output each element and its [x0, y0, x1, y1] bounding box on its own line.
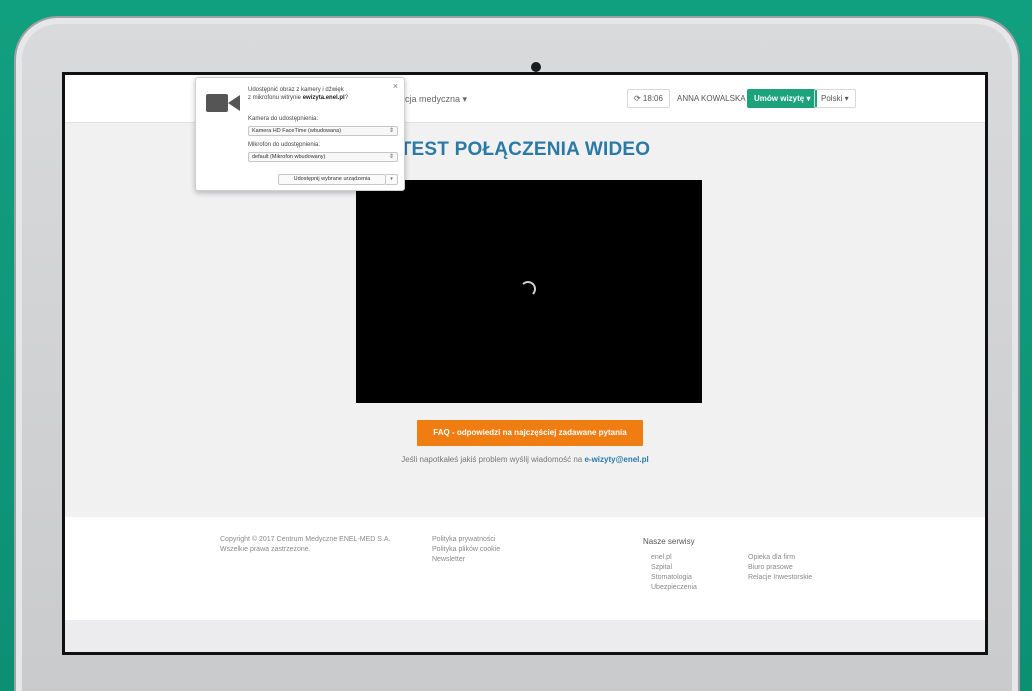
services-column: Opieka dla firm Biuro prasowe Relacje In…: [748, 553, 812, 583]
page-bottom: [65, 620, 985, 652]
footer-copyright: Copyright © 2017 Centrum Medyczne ENEL-M…: [220, 535, 420, 555]
service-link[interactable]: enel.pl: [651, 553, 697, 563]
camera-select[interactable]: Kamera HD FaceTime (wbudowana) ⇕: [248, 126, 398, 136]
nav-menu-item[interactable]: cja medyczna ▾: [405, 94, 467, 105]
faq-button[interactable]: FAQ - odpowiedzi na najczęściej zadawane…: [417, 420, 643, 446]
footer-links: Polityka prywatności Polityka plików coo…: [432, 535, 500, 565]
permission-site: ewizyta.enel.pl: [302, 95, 345, 101]
service-link[interactable]: Opieka dla firm: [748, 553, 812, 563]
permission-message-line: Udostępnić obraz z kamery i dźwięk: [248, 87, 344, 93]
video-preview: [356, 180, 702, 403]
copyright-line: Wszelkie prawa zastrzeżone.: [220, 546, 311, 553]
services-title: Nasze serwisy: [643, 537, 695, 546]
service-link[interactable]: Szpital: [651, 563, 697, 573]
mic-select-label: Mikrofon do udostępnienia:: [248, 142, 321, 148]
laptop-camera: [531, 62, 541, 72]
help-email-link[interactable]: e-wizyty@enel.pl: [584, 455, 648, 464]
loading-spinner-icon: [520, 281, 536, 297]
select-arrows-icon: ⇕: [388, 154, 394, 160]
mic-select[interactable]: default (Mikrofon wbudowany) ⇕: [248, 152, 398, 162]
footer-link-cookies[interactable]: Polityka plików cookie: [432, 545, 500, 555]
service-link[interactable]: Ubezpieczenia: [651, 583, 697, 593]
footer-link-newsletter[interactable]: Newsletter: [432, 555, 500, 565]
media-permission-popup: × Udostępnić obraz z kamery i dźwięk z m…: [195, 77, 405, 191]
permission-message-prefix: z mikrofonu witrynie: [248, 95, 302, 101]
footer-link-privacy[interactable]: Polityka prywatności: [432, 535, 500, 545]
footer: Copyright © 2017 Centrum Medyczne ENEL-M…: [65, 517, 985, 620]
share-options-dropdown[interactable]: ▾: [386, 174, 398, 185]
help-message: Jeśli napotkałeś jakiś problem wyślij wi…: [65, 455, 985, 464]
help-text: Jeśli napotkałeś jakiś problem wyślij wi…: [401, 455, 583, 464]
permission-message: Udostępnić obraz z kamery i dźwięk z mik…: [248, 86, 398, 102]
service-link[interactable]: Biuro prasowe: [748, 563, 812, 573]
permission-message-suffix: ?: [344, 95, 349, 101]
language-select[interactable]: Polski ▾: [814, 89, 856, 108]
session-timer: ⟳ 18:06: [627, 89, 670, 108]
service-link[interactable]: Stomatologia: [651, 573, 697, 583]
share-devices-button[interactable]: Udostępnij wybrane urządzenia: [278, 174, 386, 185]
select-arrows-icon: ⇕: [388, 128, 394, 134]
mic-select-value: default (Mikrofon wbudowany): [252, 154, 326, 160]
service-link[interactable]: Relacje Inwestorskie: [748, 573, 812, 583]
video-camera-icon: [206, 94, 240, 112]
book-visit-button[interactable]: Umów wizytę ▾: [747, 89, 818, 108]
copyright-line: Copyright © 2017 Centrum Medyczne ENEL-M…: [220, 536, 391, 543]
permission-message-line: z mikrofonu witrynie ewizyta.enel.pl?: [248, 94, 398, 102]
services-column: enel.pl Szpital Stomatologia Ubezpieczen…: [651, 553, 697, 593]
user-menu[interactable]: ANNA KOWALSKA ▾: [671, 89, 757, 108]
camera-select-value: Kamera HD FaceTime (wbudowana): [252, 128, 342, 134]
browser-screen: cja medyczna ▾ ⟳ 18:06 ANNA KOWALSKA ▾ U…: [62, 72, 988, 655]
camera-select-label: Kamera do udostępnienia:: [248, 116, 319, 122]
